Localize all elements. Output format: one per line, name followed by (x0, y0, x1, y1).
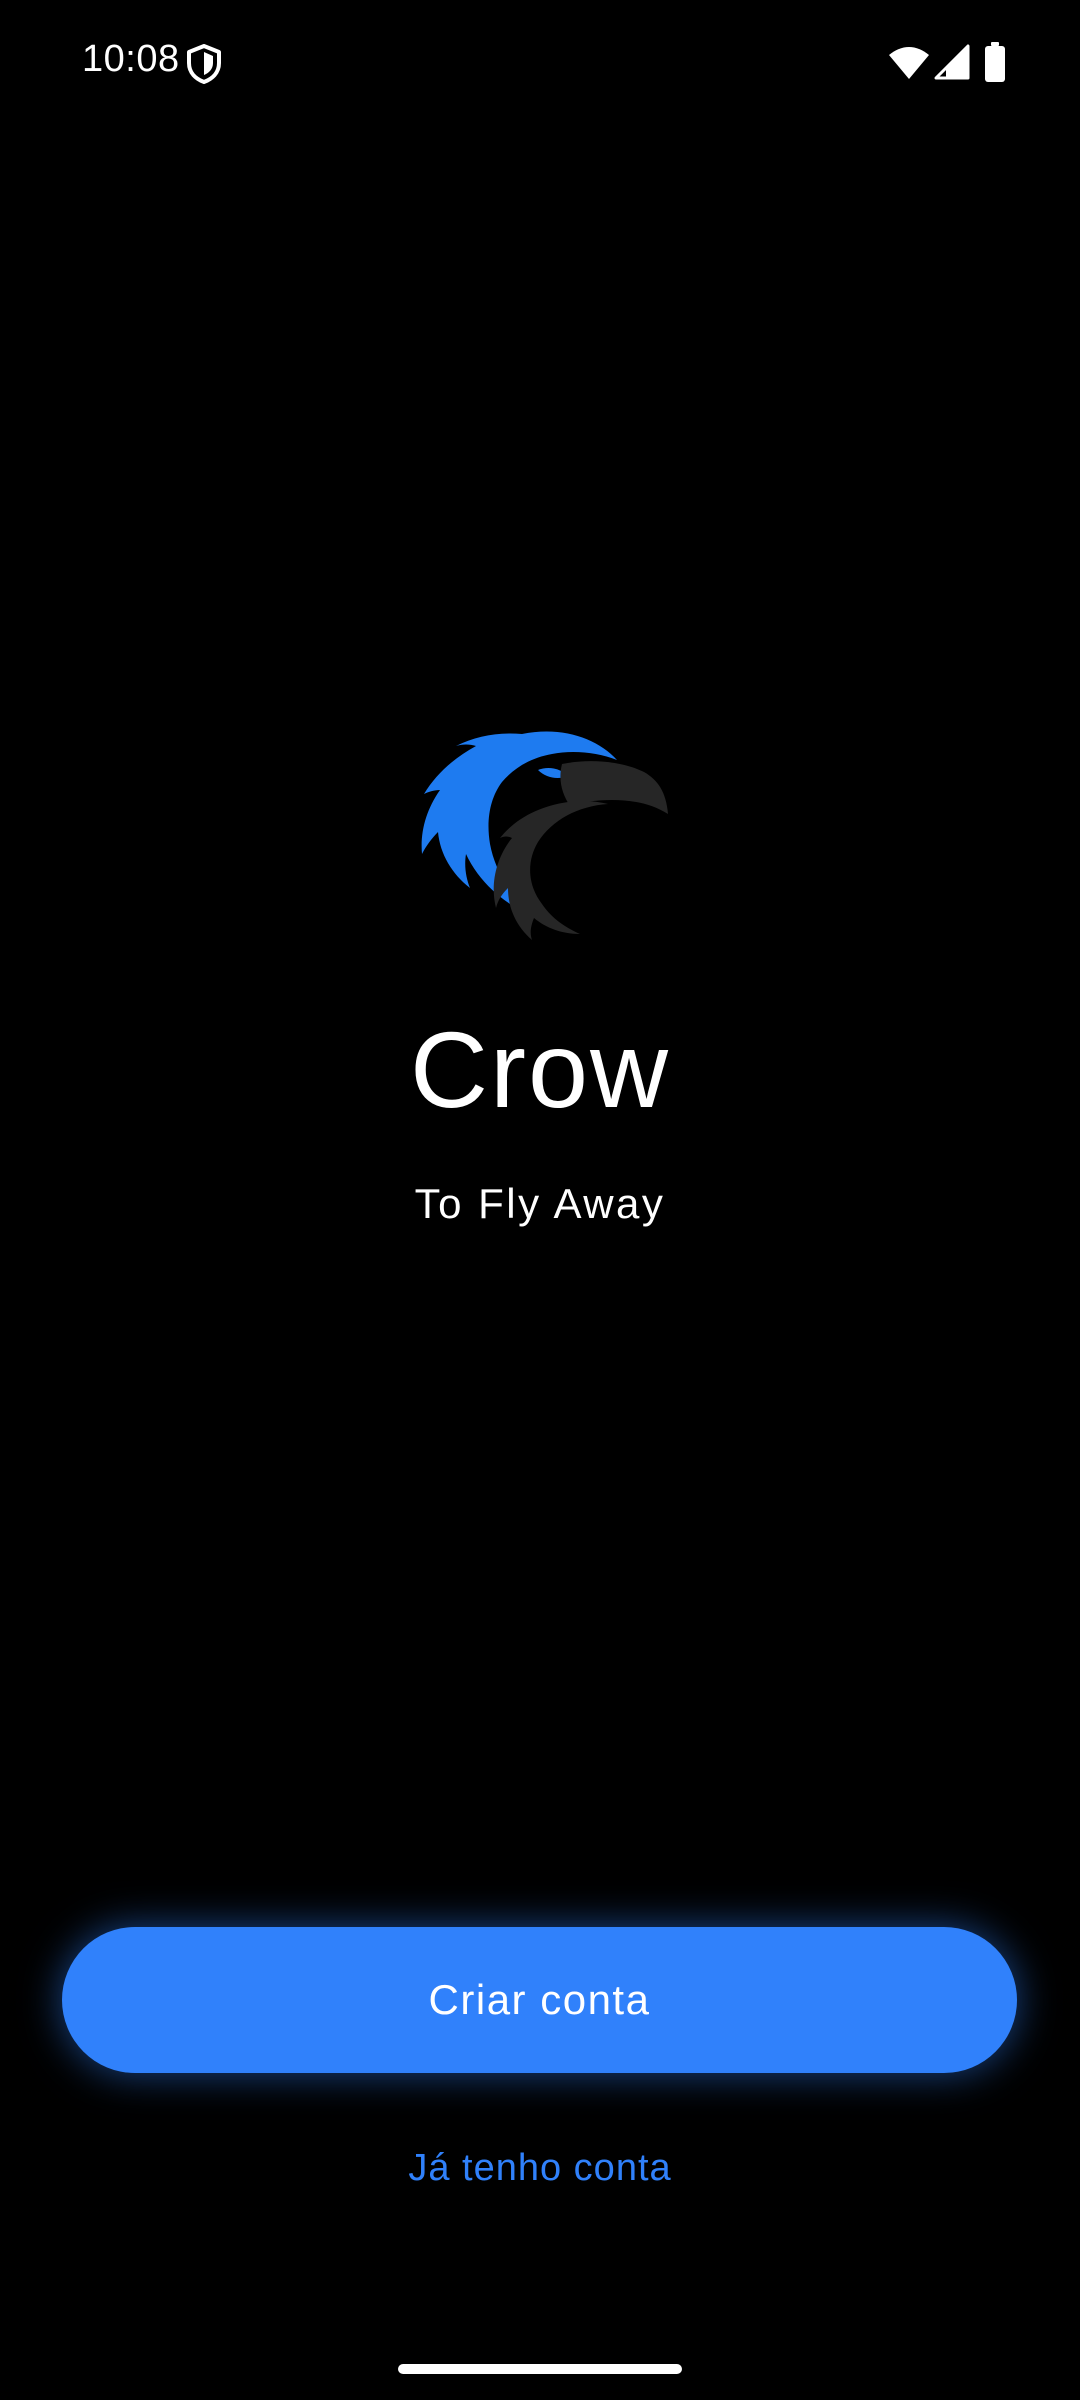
home-indicator[interactable] (398, 2364, 682, 2374)
app-name: Crow (409, 1009, 671, 1130)
have-account-link[interactable]: Já tenho conta (0, 2140, 1080, 2196)
crow-logo-icon (421, 731, 668, 940)
status-time: 10:08 (82, 38, 180, 80)
signal-icon (934, 44, 970, 80)
wifi-icon (889, 47, 929, 79)
shield-icon (187, 44, 221, 84)
app-tagline: To Fly Away (414, 1180, 666, 1227)
create-account-button[interactable]: Criar conta (62, 1927, 1017, 2073)
battery-icon (985, 42, 1005, 82)
status-bar: 10:08 (0, 0, 1080, 128)
